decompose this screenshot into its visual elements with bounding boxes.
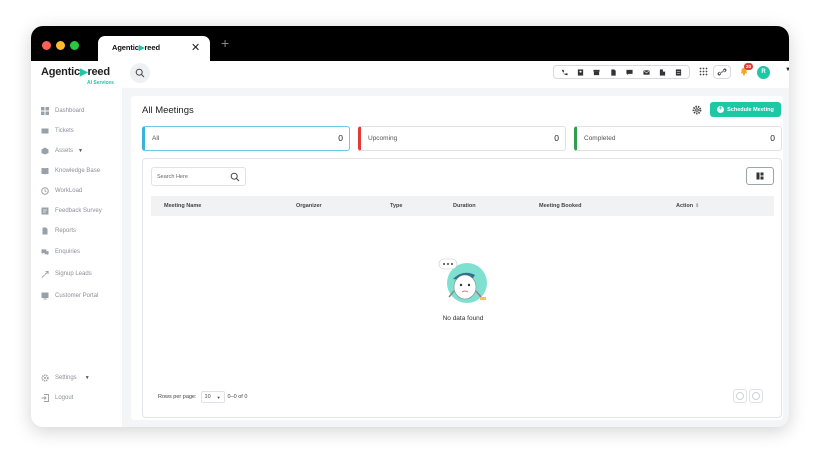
building-icon[interactable] bbox=[658, 68, 666, 76]
close-window-dot[interactable] bbox=[42, 41, 51, 50]
contact-icon[interactable] bbox=[577, 68, 585, 76]
previous-icon bbox=[736, 392, 744, 400]
empty-state-text: No data found bbox=[442, 315, 484, 322]
browser-titlebar: Agentic▶reed ✕ + bbox=[31, 26, 789, 61]
global-search-button[interactable] bbox=[130, 63, 150, 83]
reports-icon bbox=[41, 227, 49, 235]
survey-icon bbox=[41, 207, 49, 215]
column-header-action[interactable]: Action ⇕ bbox=[676, 203, 699, 209]
chevron-down-icon: ▼ bbox=[216, 394, 221, 400]
sidebar-item-knowledge-base[interactable]: Knowledge Base bbox=[41, 165, 100, 177]
minimize-window-dot[interactable] bbox=[56, 41, 65, 50]
enquiries-icon bbox=[41, 248, 49, 256]
book-icon bbox=[41, 167, 49, 175]
tab-close-icon[interactable]: ✕ bbox=[191, 41, 200, 54]
search-icon bbox=[135, 68, 145, 78]
gear-icon bbox=[41, 374, 49, 382]
layout-icon bbox=[756, 172, 764, 180]
sidebar-item-dashboard[interactable]: Dashboard bbox=[41, 105, 84, 117]
maximize-window-dot[interactable] bbox=[70, 41, 79, 50]
search-icon bbox=[230, 172, 240, 182]
rows-per-page-label: Rows per page: bbox=[158, 394, 197, 400]
meetings-table-card: Meeting Name Organizer Type Duration Mee… bbox=[142, 158, 782, 418]
page-title: All Meetings bbox=[142, 105, 194, 116]
ticket-icon bbox=[41, 127, 49, 135]
apps-grid-icon[interactable] bbox=[699, 67, 708, 76]
sidebar-item-signup-leads[interactable]: Signup Leads bbox=[41, 268, 92, 280]
link-icon bbox=[717, 68, 727, 76]
empty-state-illustration bbox=[438, 258, 487, 303]
logo-subtitle: AI Services bbox=[87, 80, 114, 86]
tab-title: Agentic▶reed bbox=[112, 43, 160, 52]
rows-per-page-select[interactable]: 10 ▼ bbox=[200, 391, 225, 403]
plus-icon: + bbox=[717, 106, 725, 113]
browser-window: Agentic▶reed ✕ + Agentic▶reed AI Service… bbox=[31, 26, 789, 427]
quick-actions-toolbar bbox=[553, 65, 690, 79]
table-header: Meeting Name Organizer Type Duration Mee… bbox=[151, 196, 774, 216]
dashboard-icon bbox=[41, 107, 49, 115]
mail-icon[interactable] bbox=[642, 68, 650, 76]
app-logo[interactable]: Agentic▶reed bbox=[41, 66, 110, 78]
sidebar-item-reports[interactable]: Reports bbox=[41, 225, 76, 237]
sidebar-item-feedback-survey[interactable]: Feedback Survey bbox=[41, 205, 102, 217]
app-header: Agentic▶reed AI Services 20 R ▼ bbox=[31, 61, 789, 88]
stat-card-completed[interactable]: Completed 0 bbox=[574, 126, 782, 151]
next-page-button[interactable] bbox=[749, 389, 763, 403]
meetings-panel: All Meetings + Schedule Meeting All 0 Up… bbox=[131, 96, 783, 420]
phone-icon[interactable] bbox=[560, 68, 568, 76]
workload-icon bbox=[41, 187, 49, 195]
schedule-meeting-button[interactable]: + Schedule Meeting bbox=[710, 102, 781, 117]
portal-icon bbox=[41, 292, 49, 300]
column-header-organizer[interactable]: Organizer bbox=[296, 203, 322, 209]
search-input[interactable] bbox=[157, 172, 227, 182]
chat-icon[interactable] bbox=[626, 68, 634, 76]
sidebar-item-workload[interactable]: WorkLoad bbox=[41, 185, 82, 197]
stat-card-all[interactable]: All 0 bbox=[142, 126, 350, 151]
document-icon[interactable] bbox=[609, 68, 617, 76]
next-icon bbox=[752, 392, 760, 400]
chevron-down-icon[interactable]: ▼ bbox=[785, 67, 789, 73]
new-tab-button[interactable]: + bbox=[221, 35, 229, 51]
column-header-duration[interactable]: Duration bbox=[453, 203, 476, 209]
view-toggle-button[interactable] bbox=[746, 167, 774, 185]
notification-count-badge: 20 bbox=[744, 63, 754, 70]
chevron-down-icon: ▼ bbox=[84, 375, 90, 381]
pagination-range: 0–0 of 0 bbox=[227, 394, 248, 400]
user-avatar[interactable]: R bbox=[757, 66, 770, 79]
gear-icon[interactable] bbox=[692, 105, 702, 115]
sidebar-item-customer-portal[interactable]: Customer Portal bbox=[41, 290, 98, 302]
browser-tab[interactable]: Agentic▶reed ✕ bbox=[98, 36, 210, 61]
sidebar-item-settings[interactable]: Settings ▼ bbox=[41, 372, 90, 384]
previous-page-button[interactable] bbox=[733, 389, 747, 403]
notes-icon[interactable] bbox=[675, 68, 683, 76]
link-button[interactable] bbox=[713, 65, 731, 79]
sidebar-item-assets[interactable]: Assets ▼ bbox=[41, 145, 83, 157]
assets-icon bbox=[41, 147, 49, 155]
sidebar: Dashboard Tickets Assets ▼ Knowledge Bas… bbox=[31, 88, 122, 427]
search-field[interactable] bbox=[151, 167, 246, 186]
main-content: All Meetings + Schedule Meeting All 0 Up… bbox=[131, 96, 783, 420]
stat-card-upcoming[interactable]: Upcoming 0 bbox=[358, 126, 566, 151]
chevron-down-icon: ▼ bbox=[78, 148, 83, 154]
sidebar-item-logout[interactable]: Logout bbox=[41, 392, 73, 404]
sort-icon: ⇕ bbox=[695, 203, 700, 209]
column-header-type[interactable]: Type bbox=[390, 203, 402, 209]
logout-icon bbox=[41, 394, 49, 402]
sidebar-item-tickets[interactable]: Tickets bbox=[41, 125, 74, 137]
column-header-meeting-booked[interactable]: Meeting Booked bbox=[539, 203, 581, 209]
leads-icon bbox=[41, 270, 49, 278]
column-header-meeting-name[interactable]: Meeting Name bbox=[164, 203, 201, 209]
sidebar-item-enquiries[interactable]: Enquiries bbox=[41, 246, 80, 258]
pagination: Rows per page: 10 ▼ 0–0 of 0 bbox=[158, 391, 247, 403]
store-icon[interactable] bbox=[593, 68, 601, 76]
